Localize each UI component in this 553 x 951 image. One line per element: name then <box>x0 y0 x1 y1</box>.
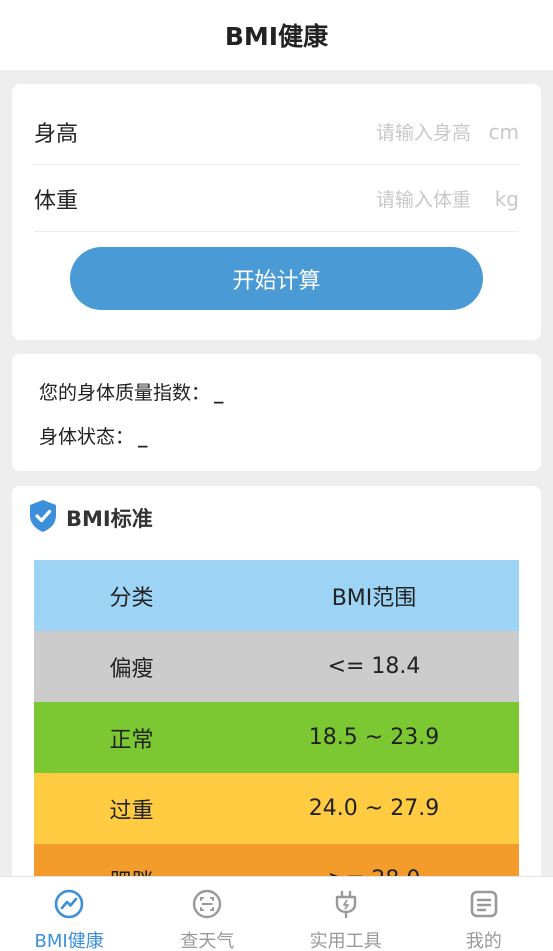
weight-label: 体重 <box>34 188 79 214</box>
table-row: 偏瘦 <= 18.4 <box>34 631 519 702</box>
tab-label: BMI健康 <box>34 931 104 951</box>
row-range: 18.5 ~ 23.9 <box>308 725 440 750</box>
status-result-line: 身体状态： _ <box>39 422 148 449</box>
standard-title: BMI标准 <box>66 507 153 531</box>
bmi-label: 您的身体质量指数： <box>39 382 211 404</box>
tab-label: 查天气 <box>180 931 235 951</box>
height-input[interactable]: 请输入身高 <box>376 118 471 145</box>
tab-tools[interactable]: 实用工具 <box>277 877 415 951</box>
profile-note-icon <box>469 889 499 923</box>
height-label: 身高 <box>34 121 79 147</box>
tab-mine[interactable]: 我的 <box>415 877 553 951</box>
tab-label: 我的 <box>465 931 502 951</box>
tab-weather[interactable]: 查天气 <box>138 877 276 951</box>
row-range: <= 18.4 <box>327 654 421 679</box>
bmi-standard-card: BMI标准 分类 BMI范围 偏瘦 <= 18.4 正常 18.5 ~ 23.9… <box>12 486 541 906</box>
trend-chart-icon <box>54 889 84 923</box>
table-row: 过重 24.0 ~ 27.9 <box>34 773 519 844</box>
weather-scan-icon <box>192 889 222 923</box>
status-label: 身体状态： <box>39 426 135 448</box>
bmi-result-line: 您的身体质量指数： _ <box>39 378 224 405</box>
standard-title-bar: BMI标准 <box>28 500 153 536</box>
input-card: 身高 请输入身高 cm 体重 请输入体重 kg 开始计算 <box>12 84 541 340</box>
plug-tool-icon <box>331 889 361 923</box>
shield-check-icon <box>28 499 58 537</box>
page-title: BMI健康 <box>224 22 329 51</box>
header-range: BMI范围 <box>331 585 417 611</box>
row-category: 过重 <box>109 798 154 824</box>
table-row: 正常 18.5 ~ 23.9 <box>34 702 519 773</box>
weight-unit: kg <box>494 186 519 211</box>
status-value: _ <box>138 426 148 448</box>
app-header: BMI健康 <box>0 0 553 70</box>
row-range: 24.0 ~ 27.9 <box>308 796 440 821</box>
table-header-row: 分类 BMI范围 <box>34 560 519 631</box>
row-category: 偏瘦 <box>109 656 154 682</box>
bmi-value: _ <box>214 382 224 404</box>
calculate-button[interactable]: 开始计算 <box>70 247 483 310</box>
weight-row[interactable]: 体重 请输入体重 kg <box>34 166 519 232</box>
bmi-table: 分类 BMI范围 偏瘦 <= 18.4 正常 18.5 ~ 23.9 过重 24… <box>34 560 519 906</box>
tab-bmi-health[interactable]: BMI健康 <box>0 877 138 951</box>
height-row[interactable]: 身高 请输入身高 cm <box>34 99 519 165</box>
weight-input[interactable]: 请输入体重 <box>376 185 471 212</box>
result-card: 您的身体质量指数： _ 身体状态： _ <box>12 354 541 471</box>
tab-label: 实用工具 <box>309 931 382 951</box>
bottom-tab-bar: BMI健康 查天气 实用工具 我的 <box>0 876 553 951</box>
height-unit: cm <box>488 119 519 144</box>
row-category: 正常 <box>109 727 154 753</box>
header-category: 分类 <box>109 585 154 611</box>
